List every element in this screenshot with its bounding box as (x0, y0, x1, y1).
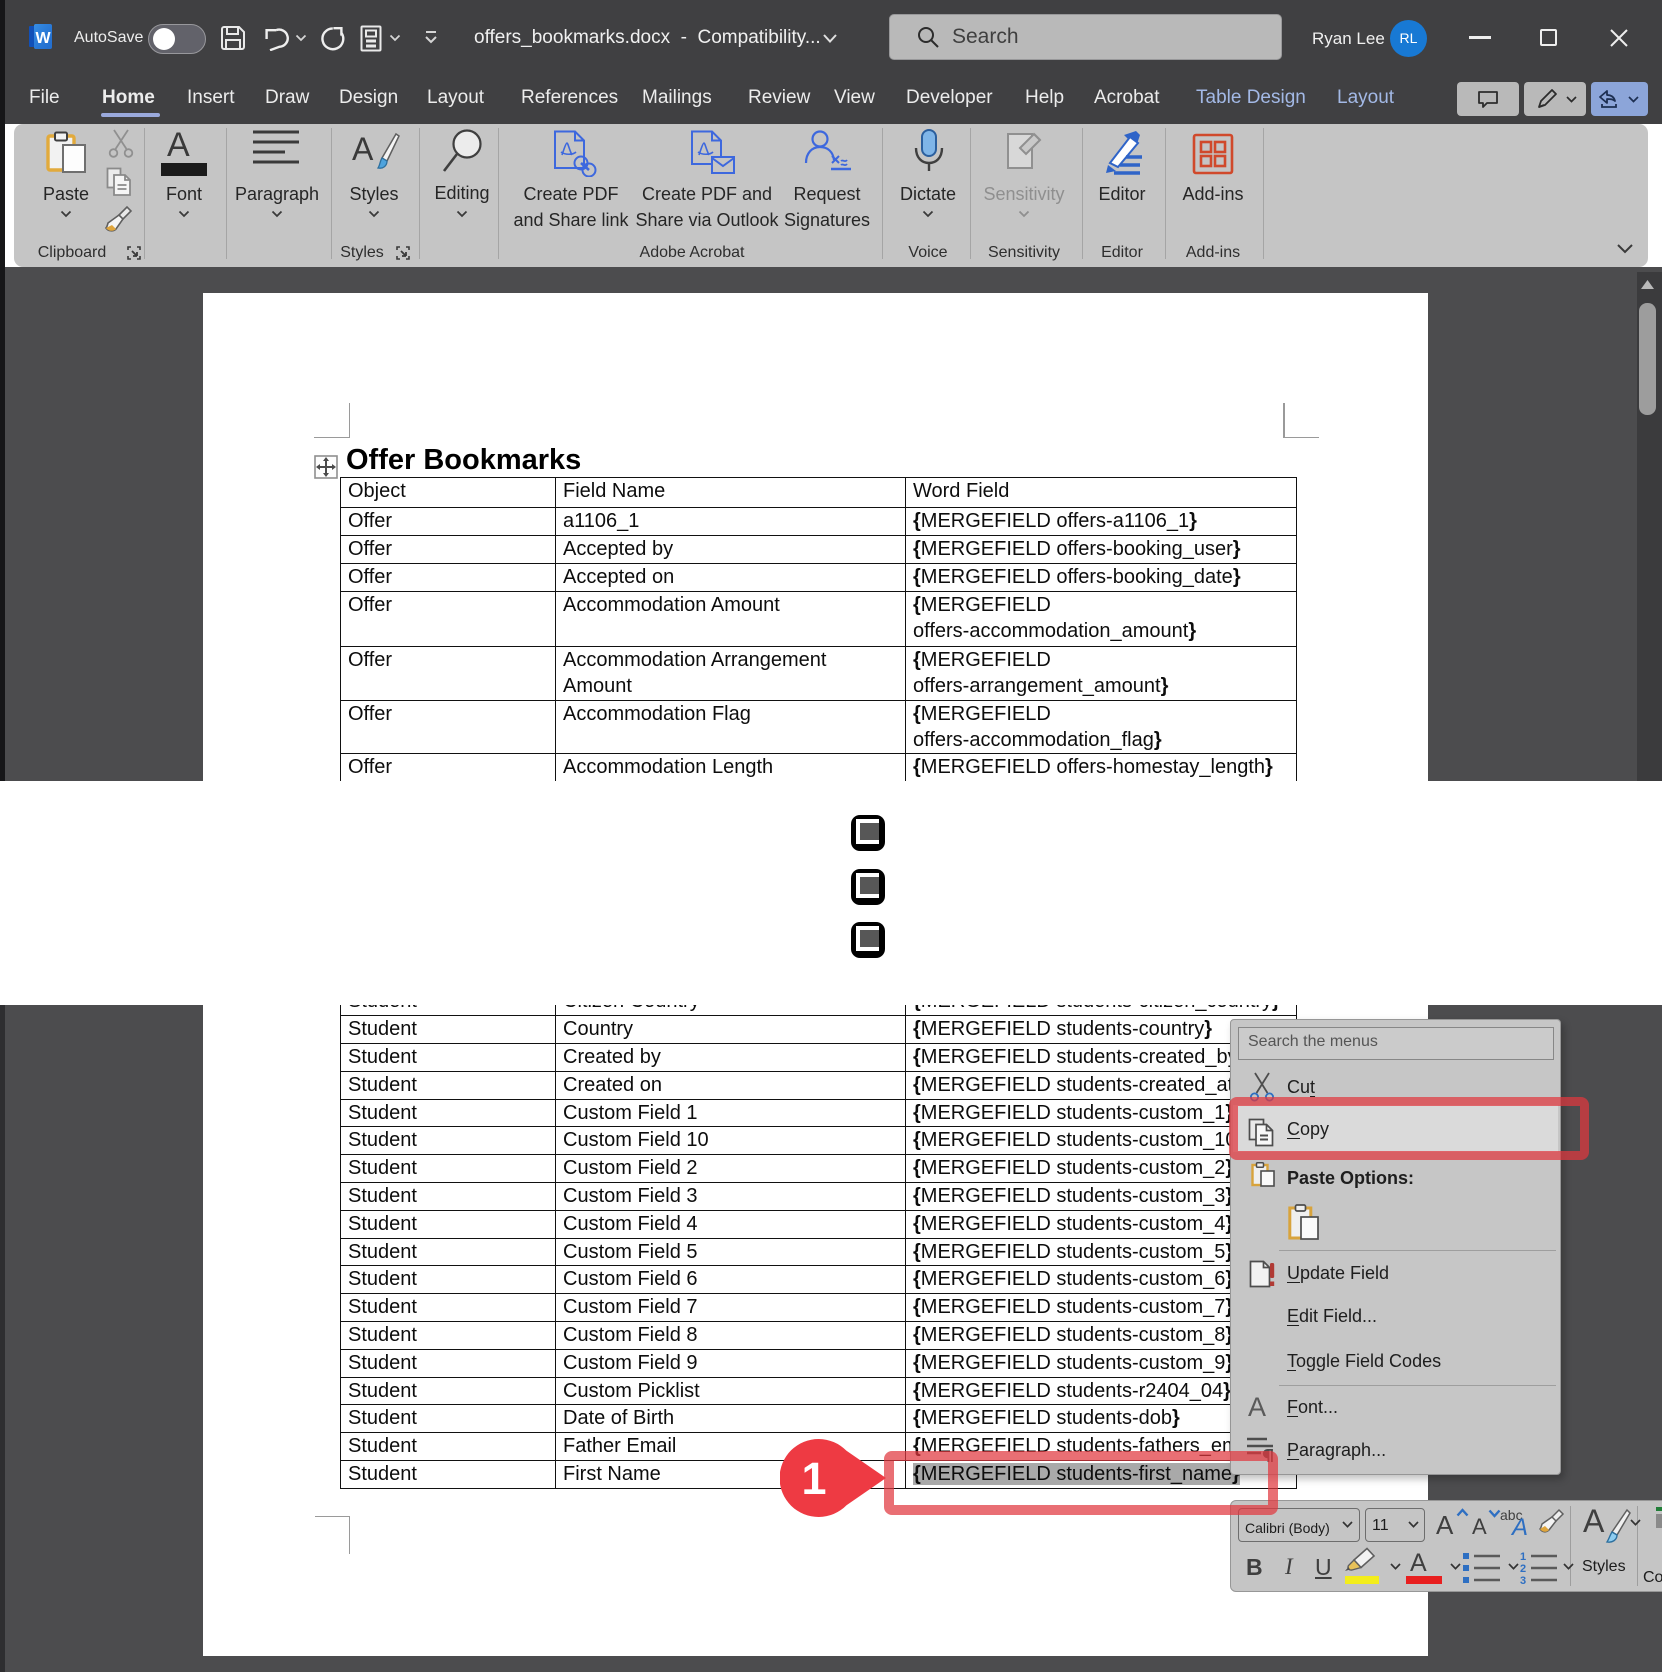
svg-text:1: 1 (801, 1453, 826, 1504)
svg-text:2: 2 (1520, 1563, 1526, 1575)
svg-text:3: 3 (1520, 1575, 1526, 1585)
svg-text:1: 1 (1520, 1551, 1526, 1563)
svg-text:W: W (35, 30, 51, 47)
